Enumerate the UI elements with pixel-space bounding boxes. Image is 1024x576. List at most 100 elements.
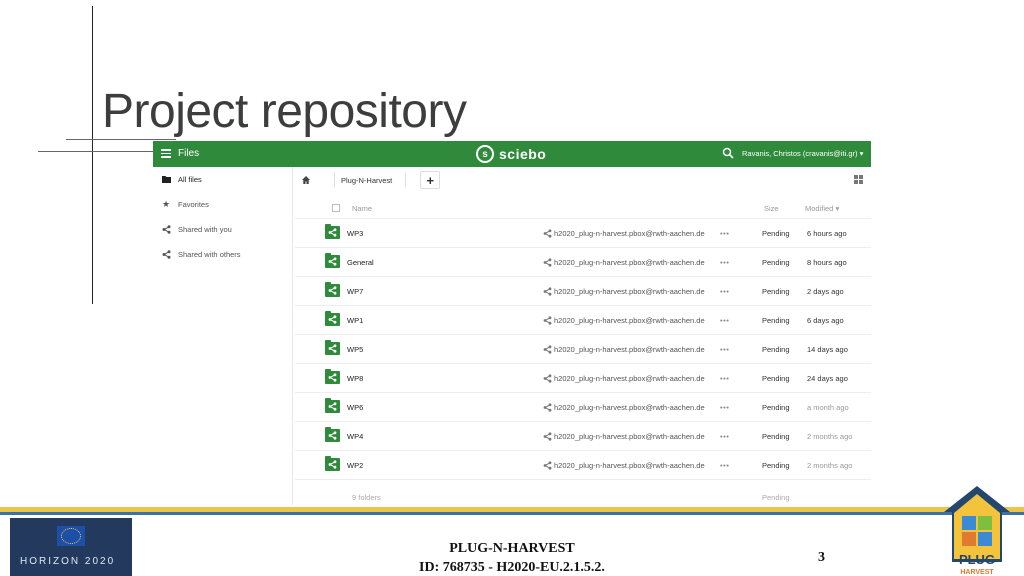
plug-n-harvest-logo: PLUG HARVEST bbox=[944, 486, 1010, 576]
home-icon[interactable] bbox=[301, 175, 311, 185]
row-size: Pending bbox=[762, 258, 790, 267]
row-size: Pending bbox=[762, 345, 790, 354]
row-name[interactable]: WP5 bbox=[347, 345, 363, 354]
row-modified: 8 hours ago bbox=[807, 258, 847, 267]
table-row[interactable]: WP1 h2020_plug-n-harvest.pbox@rwth-aachen… bbox=[295, 306, 871, 335]
row-modified: 2 days ago bbox=[807, 287, 844, 296]
row-size: Pending bbox=[762, 374, 790, 383]
row-owner: h2020_plug-n-harvest.pbox@rwth-aachen.de bbox=[554, 345, 705, 354]
sidebar-item-shared-with-others[interactable]: Shared with others bbox=[161, 247, 241, 261]
row-modified: 6 days ago bbox=[807, 316, 844, 325]
row-modified: 2 months ago bbox=[807, 461, 853, 470]
table-header: Name Size Modified ▾ bbox=[295, 197, 871, 219]
table-row[interactable]: WP8 h2020_plug-n-harvest.pbox@rwth-aachen… bbox=[295, 364, 871, 393]
column-name[interactable]: Name bbox=[352, 204, 372, 213]
shared-folder-icon bbox=[325, 311, 340, 326]
column-modified-label: Modified bbox=[805, 204, 834, 213]
share-icon[interactable] bbox=[543, 403, 552, 412]
user-menu[interactable]: Ravanis, Christos (cravanis@iti.gr) ▾ bbox=[742, 149, 863, 158]
row-owner: h2020_plug-n-harvest.pbox@rwth-aachen.de bbox=[554, 287, 705, 296]
select-all-checkbox[interactable] bbox=[332, 204, 340, 212]
row-name[interactable]: General bbox=[347, 258, 374, 267]
share-icon[interactable] bbox=[543, 287, 552, 296]
plug-logo-word: PLUG bbox=[959, 552, 995, 567]
page-number: 3 bbox=[818, 550, 825, 565]
column-size[interactable]: Size bbox=[764, 204, 779, 213]
more-actions-icon[interactable]: ••• bbox=[720, 345, 729, 354]
row-name[interactable]: WP8 bbox=[347, 374, 363, 383]
row-modified: 24 days ago bbox=[807, 374, 848, 383]
shared-folder-icon bbox=[325, 369, 340, 384]
share-icon[interactable] bbox=[543, 316, 552, 325]
row-name[interactable]: WP4 bbox=[347, 432, 363, 441]
user-name: Ravanis, Christos (cravanis@iti.gr) bbox=[742, 149, 858, 158]
row-modified: 14 days ago bbox=[807, 345, 848, 354]
column-modified[interactable]: Modified ▾ bbox=[805, 204, 839, 213]
sidebar-item-favorites[interactable]: ★ Favorites bbox=[161, 197, 209, 211]
table-row[interactable]: WP7 h2020_plug-n-harvest.pbox@rwth-aachen… bbox=[295, 277, 871, 306]
slide-title: Project repository bbox=[102, 85, 467, 138]
more-actions-icon[interactable]: ••• bbox=[720, 432, 729, 441]
row-name[interactable]: WP2 bbox=[347, 461, 363, 470]
row-modified: a month ago bbox=[807, 403, 849, 412]
shared-folder-icon bbox=[325, 427, 340, 442]
more-actions-icon[interactable]: ••• bbox=[720, 374, 729, 383]
shared-folder-icon bbox=[325, 253, 340, 268]
more-actions-icon[interactable]: ••• bbox=[720, 258, 729, 267]
row-owner: h2020_plug-n-harvest.pbox@rwth-aachen.de bbox=[554, 229, 705, 238]
row-owner: h2020_plug-n-harvest.pbox@rwth-aachen.de bbox=[554, 461, 705, 470]
sidebar-item-shared-with-you[interactable]: Shared with you bbox=[161, 222, 232, 236]
share-icon bbox=[161, 249, 171, 259]
footer-project-id: ID: 768735 - H2020-EU.2.1.5.2. bbox=[419, 560, 605, 575]
table-row[interactable]: General h2020_plug-n-harvest.pbox@rwth-aa… bbox=[295, 248, 871, 277]
search-icon[interactable] bbox=[722, 147, 734, 159]
row-name[interactable]: WP6 bbox=[347, 403, 363, 412]
row-size: Pending bbox=[762, 287, 790, 296]
folder-icon bbox=[161, 174, 171, 184]
row-name[interactable]: WP3 bbox=[347, 229, 363, 238]
app-menu-label[interactable]: Files bbox=[178, 148, 199, 159]
sciebo-logo[interactable]: s sciebo bbox=[476, 145, 546, 163]
breadcrumb-folder[interactable]: Plug-N-Harvest bbox=[341, 176, 392, 185]
row-owner: h2020_plug-n-harvest.pbox@rwth-aachen.de bbox=[554, 374, 705, 383]
brand-name: sciebo bbox=[499, 146, 547, 162]
table-row[interactable]: WP3 h2020_plug-n-harvest.pbox@rwth-aachen… bbox=[295, 219, 871, 248]
shared-folder-icon bbox=[325, 340, 340, 355]
top-bar: Files s sciebo Ravanis, Christos (cravan… bbox=[153, 141, 871, 167]
share-icon[interactable] bbox=[543, 461, 552, 470]
share-icon[interactable] bbox=[543, 345, 552, 354]
more-actions-icon[interactable]: ••• bbox=[720, 287, 729, 296]
row-owner: h2020_plug-n-harvest.pbox@rwth-aachen.de bbox=[554, 403, 705, 412]
shared-folder-icon bbox=[325, 456, 340, 471]
share-icon bbox=[161, 224, 171, 234]
row-size: Pending bbox=[762, 432, 790, 441]
horizontal-rule bbox=[38, 151, 158, 152]
more-actions-icon[interactable]: ••• bbox=[720, 229, 729, 238]
sidebar-item-label: All files bbox=[178, 174, 202, 184]
summary-size: Pending bbox=[762, 493, 790, 502]
breadcrumb: Plug-N-Harvest + bbox=[301, 171, 441, 189]
more-actions-icon[interactable]: ••• bbox=[720, 316, 729, 325]
table-row[interactable]: WP6 h2020_plug-n-harvest.pbox@rwth-aachen… bbox=[295, 393, 871, 422]
table-row[interactable]: WP5 h2020_plug-n-harvest.pbox@rwth-aachen… bbox=[295, 335, 871, 364]
caret-down-icon: ▾ bbox=[859, 149, 864, 158]
new-button[interactable]: + bbox=[420, 171, 441, 189]
more-actions-icon[interactable]: ••• bbox=[720, 461, 729, 470]
row-owner: h2020_plug-n-harvest.pbox@rwth-aachen.de bbox=[554, 432, 705, 441]
table-row[interactable]: WP4 h2020_plug-n-harvest.pbox@rwth-aachen… bbox=[295, 422, 871, 451]
grid-view-icon[interactable] bbox=[854, 175, 863, 184]
table-row[interactable]: WP2 h2020_plug-n-harvest.pbox@rwth-aachen… bbox=[295, 451, 871, 480]
share-icon[interactable] bbox=[543, 432, 552, 441]
more-actions-icon[interactable]: ••• bbox=[720, 403, 729, 412]
sidebar-item-all-files[interactable]: All files bbox=[161, 172, 202, 186]
share-icon[interactable] bbox=[543, 374, 552, 383]
row-name[interactable]: WP7 bbox=[347, 287, 363, 296]
share-icon[interactable] bbox=[543, 229, 552, 238]
row-owner: h2020_plug-n-harvest.pbox@rwth-aachen.de bbox=[554, 316, 705, 325]
row-name[interactable]: WP1 bbox=[347, 316, 363, 325]
sidebar-item-label: Shared with you bbox=[178, 224, 232, 234]
share-icon[interactable] bbox=[543, 258, 552, 267]
sciebo-mark-icon: s bbox=[476, 145, 494, 163]
menu-icon[interactable] bbox=[161, 149, 171, 158]
sort-down-icon: ▾ bbox=[835, 204, 840, 213]
